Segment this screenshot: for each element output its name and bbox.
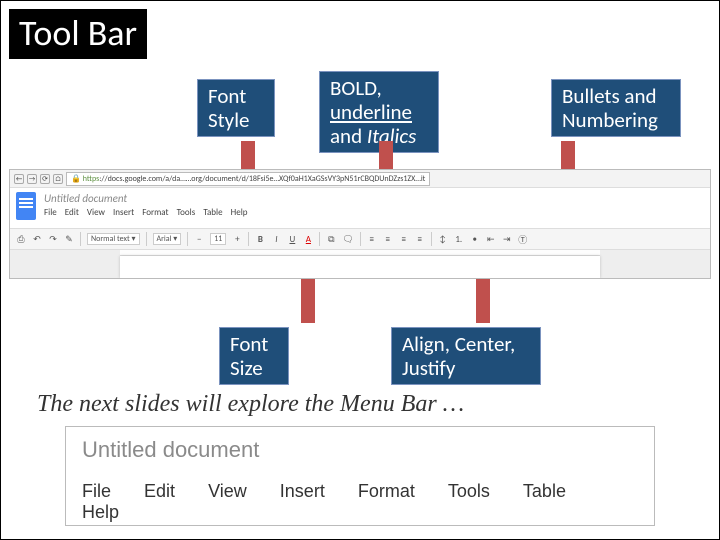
label-font-style: Font Style [197, 79, 275, 137]
home-button[interactable]: ⌂ [53, 174, 63, 184]
forward-button[interactable]: → [27, 174, 37, 184]
detail-menu-format[interactable]: Format [358, 481, 415, 502]
menu-format[interactable]: Format [142, 207, 168, 218]
line-spacing-icon[interactable]: ↕ [438, 234, 448, 245]
separator [248, 232, 249, 246]
separator [80, 232, 81, 246]
undo-icon[interactable]: ↶ [32, 234, 42, 245]
menu-file[interactable]: File [44, 207, 57, 218]
docs-icon[interactable] [16, 192, 36, 220]
align-justify-icon[interactable]: ≡ [415, 234, 425, 245]
menu-view[interactable]: View [87, 207, 105, 218]
menu-help[interactable]: Help [231, 207, 248, 218]
separator [319, 232, 320, 246]
page-sheet[interactable] [120, 256, 600, 278]
font-size-field[interactable]: 11 [210, 233, 226, 245]
detail-menu-table[interactable]: Table [523, 481, 566, 502]
detail-menu-file[interactable]: File [82, 481, 111, 502]
menu-edit[interactable]: Edit [65, 207, 79, 218]
back-button[interactable]: ← [14, 174, 24, 184]
text-underline: underline [330, 99, 412, 125]
align-left-icon[interactable]: ≡ [367, 234, 377, 245]
detail-doc-title[interactable]: Untitled document [82, 437, 638, 463]
separator [431, 232, 432, 246]
caption-sentence: The next slides will explore the Menu Ba… [37, 391, 464, 418]
outdent-icon[interactable]: ⇤ [486, 234, 496, 245]
text-color-icon[interactable]: A [303, 234, 313, 245]
label-font-size: Font Size [219, 327, 289, 385]
link-icon[interactable]: ⧉ [326, 234, 336, 245]
paint-format-icon[interactable]: ✎ [64, 234, 74, 245]
url-prefix: https [83, 174, 100, 184]
align-center-icon[interactable]: ≡ [383, 234, 393, 245]
detail-menu-edit[interactable]: Edit [144, 481, 175, 502]
bulleted-list-icon[interactable]: • [470, 234, 480, 245]
redo-icon[interactable]: ↷ [48, 234, 58, 245]
underline-icon[interactable]: U [287, 234, 297, 245]
separator [146, 232, 147, 246]
print-icon[interactable]: ⎙ [16, 234, 26, 245]
gdocs-menubar: File Edit View Insert Format Tools Table… [44, 207, 254, 218]
text-and: and [330, 123, 367, 149]
font-size-plus[interactable]: + [232, 234, 242, 245]
gdocs-header: Untitled document File Edit View Insert … [10, 188, 710, 228]
address-bar[interactable]: 🔒 https://docs.google.com/a/da……org/docu… [66, 172, 430, 186]
doc-title[interactable]: Untitled document [44, 192, 254, 205]
comment-icon[interactable]: 🗨 [342, 234, 353, 245]
browser-chrome: ← → ⟳ ⌂ 🔒 https://docs.google.com/a/da……… [10, 170, 710, 188]
gdocs-screenshot: ← → ⟳ ⌂ 🔒 https://docs.google.com/a/da……… [9, 169, 711, 279]
url-text: ://docs.google.com/a/da……org/document/d/… [99, 174, 425, 184]
label-bullets-numbering: Bullets and Numbering [551, 79, 681, 137]
text-bold: BOLD, [330, 75, 382, 101]
gdocs-toolbar: ⎙ ↶ ↷ ✎ Normal text ▾ Arial ▾ − 11 + B I… [10, 228, 710, 250]
numbered-list-icon[interactable]: 1. [454, 234, 464, 245]
detail-menu-view[interactable]: View [208, 481, 247, 502]
detail-menubar: File Edit View Insert Format Tools Table… [82, 481, 638, 523]
detail-menu-help[interactable]: Help [82, 502, 119, 523]
separator [360, 232, 361, 246]
doc-canvas [10, 250, 710, 278]
style-dropdown[interactable]: Normal text ▾ [87, 233, 140, 245]
menu-tools[interactable]: Tools [177, 207, 196, 218]
align-right-icon[interactable]: ≡ [399, 234, 409, 245]
italic-icon[interactable]: I [271, 234, 281, 245]
font-size-minus[interactable]: − [194, 234, 204, 245]
font-dropdown[interactable]: Arial ▾ [153, 233, 182, 245]
menubar-detail: Untitled document File Edit View Insert … [65, 426, 655, 526]
menu-table[interactable]: Table [203, 207, 222, 218]
detail-menu-insert[interactable]: Insert [280, 481, 325, 502]
detail-menu-tools[interactable]: Tools [448, 481, 490, 502]
label-align: Align, Center, Justify [391, 327, 541, 385]
bold-icon[interactable]: B [255, 234, 265, 245]
reload-button[interactable]: ⟳ [40, 174, 50, 184]
slide: Tool Bar Font Style BOLD, underline and … [0, 0, 720, 540]
menu-insert[interactable]: Insert [113, 207, 134, 218]
slide-title: Tool Bar [9, 9, 147, 59]
clear-format-icon[interactable]: Ⓣ [518, 233, 528, 246]
separator [187, 232, 188, 246]
indent-icon[interactable]: ⇥ [502, 234, 512, 245]
lock-icon: 🔒 [71, 174, 81, 184]
